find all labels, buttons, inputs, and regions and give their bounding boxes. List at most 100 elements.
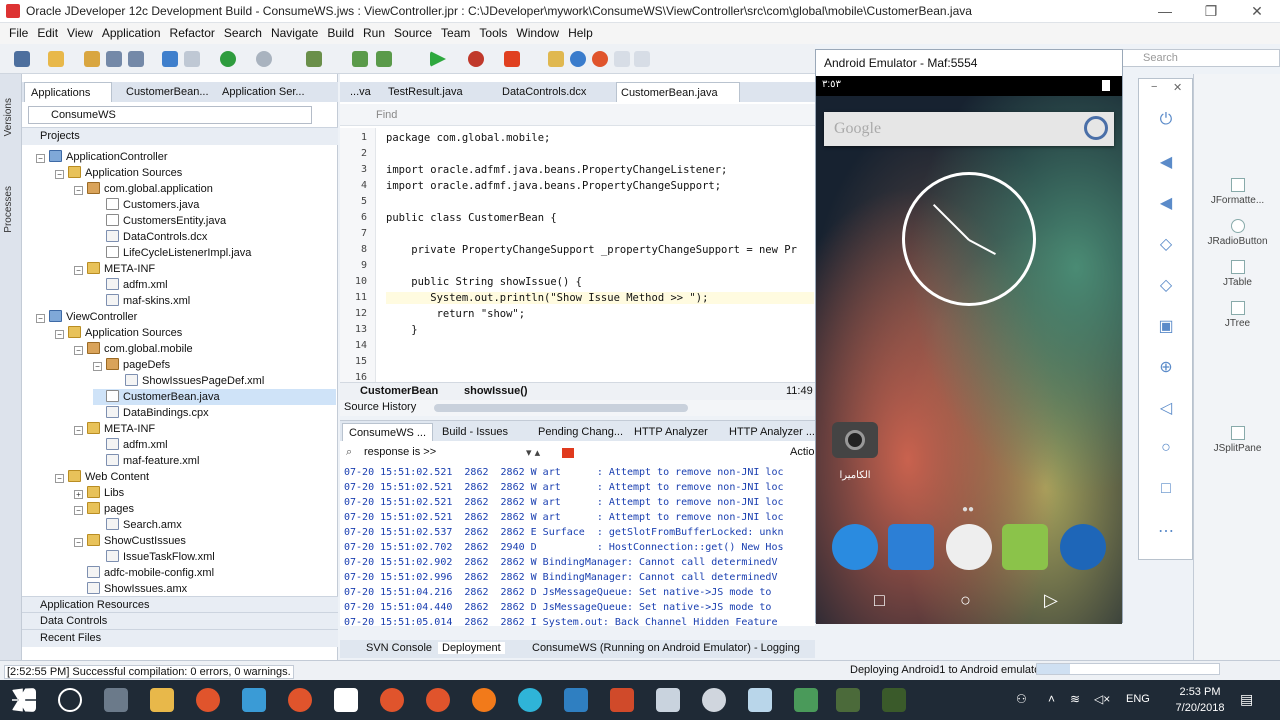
find-bar[interactable]: Find <box>340 104 815 126</box>
app-drawer-icon[interactable] <box>946 524 992 570</box>
tab-svn-console[interactable]: SVN Console <box>366 642 432 654</box>
menu-team[interactable]: Team <box>432 23 470 40</box>
crumb-class[interactable]: CustomerBean <box>360 385 438 397</box>
tab-customerbean[interactable]: CustomerBean.... <box>120 82 208 102</box>
data-controls-section[interactable]: Data Controls <box>22 612 338 630</box>
new-icon[interactable] <box>48 51 64 67</box>
tab-customerbean-java[interactable]: CustomerBean.java <box>616 82 740 102</box>
tab-http-analyzer[interactable]: HTTP Analyzer <box>628 423 714 441</box>
projects-header[interactable]: Projects <box>22 127 338 145</box>
menu-refactor[interactable]: Refactor <box>161 23 215 40</box>
stop-icon[interactable] <box>504 51 520 67</box>
people-icon[interactable]: ⚇ <box>1016 692 1027 706</box>
tree-item[interactable]: − Web Content <box>55 469 336 485</box>
clock-time[interactable]: 2:53 PM <box>1176 686 1224 698</box>
android-studio-icon[interactable] <box>836 688 860 712</box>
crumb-method[interactable]: showIssue() <box>464 385 528 397</box>
recent-files-section[interactable]: Recent Files <box>22 629 338 647</box>
chrome-icon-3[interactable] <box>380 688 404 712</box>
volume-icon[interactable]: ◁× <box>1094 692 1110 706</box>
firefox-icon[interactable] <box>472 688 496 712</box>
expand-toggle-icon[interactable]: − <box>55 330 64 339</box>
open-icon[interactable] <box>14 51 30 67</box>
filter-input[interactable]: response is >> <box>364 446 436 458</box>
rotate-right-icon[interactable]: ◇ <box>1156 275 1176 295</box>
file-icon[interactable] <box>548 51 564 67</box>
tree-item[interactable]: − META-INF <box>74 421 336 437</box>
palette-jradiobutton[interactable]: JRadioButton <box>1194 219 1280 247</box>
browser-chrome-icon[interactable] <box>592 51 608 67</box>
menu-help[interactable]: Help <box>559 23 593 40</box>
task-view-icon[interactable] <box>104 688 128 712</box>
java-icon[interactable] <box>882 688 906 712</box>
menu-source[interactable]: Source <box>385 23 432 40</box>
chrome-icon-4[interactable] <box>426 688 450 712</box>
camera-icon[interactable]: ▣ <box>1156 316 1176 336</box>
save-all-icon[interactable] <box>128 51 144 67</box>
doc-icon[interactable] <box>634 51 650 67</box>
menu-tools[interactable]: Tools <box>470 23 507 40</box>
camera-app-icon[interactable] <box>832 422 878 458</box>
visual-code-icon[interactable] <box>564 688 588 712</box>
expand-toggle-icon[interactable]: + <box>74 490 83 499</box>
menu-view[interactable]: View <box>58 23 93 40</box>
menu-file[interactable]: File <box>0 23 28 40</box>
explorer-icon[interactable] <box>150 688 174 712</box>
tree-item[interactable]: − pages <box>74 501 336 517</box>
tree-item[interactable]: − com.global.mobile <box>74 341 336 357</box>
tree-item[interactable]: CustomerBean.java <box>93 389 336 405</box>
menu-application[interactable]: Application <box>93 23 161 40</box>
debug-icon[interactable] <box>468 51 484 67</box>
tab-overflow[interactable]: ...va <box>346 82 375 102</box>
versions-tab[interactable]: Versions <box>3 98 14 136</box>
tree-item[interactable]: − META-INF <box>74 261 336 277</box>
minimize-button[interactable]: — <box>1142 0 1188 23</box>
tree-item[interactable]: adfm.xml <box>93 277 336 293</box>
notifications-icon[interactable]: ▤ <box>1240 691 1253 708</box>
tab-application-server[interactable]: Application Ser... <box>216 82 306 102</box>
tree-item[interactable]: CustomersEntity.java <box>93 213 336 229</box>
menu-build[interactable]: Build <box>318 23 354 40</box>
redo-icon[interactable] <box>184 51 200 67</box>
network-icon[interactable] <box>518 688 542 712</box>
home-button[interactable]: ○ <box>960 590 971 611</box>
tree-item[interactable]: ShowIssues.amx <box>74 581 336 597</box>
palette-jtable[interactable]: JTable <box>1194 260 1280 288</box>
expand-toggle-icon[interactable]: − <box>55 170 64 179</box>
page-icon[interactable] <box>614 51 630 67</box>
expand-toggle-icon[interactable]: − <box>55 474 64 483</box>
tab-pending-changes[interactable]: Pending Chang... <box>532 423 629 441</box>
tree-item[interactable]: + Libs <box>74 485 336 501</box>
language-indicator[interactable]: ENG <box>1126 693 1150 705</box>
cortana-icon[interactable] <box>58 688 82 712</box>
close-icon[interactable]: ✕ <box>1173 81 1182 94</box>
search-icon[interactable] <box>1084 116 1108 140</box>
tab-http-analyzer-2[interactable]: HTTP Analyzer ... <box>723 423 821 441</box>
tab-datacontrols[interactable]: DataControls.dcx <box>498 82 590 102</box>
editor-hscrollbar[interactable] <box>434 404 688 412</box>
messaging-app-icon[interactable] <box>1002 524 1048 570</box>
tree-item[interactable]: maf-skins.xml <box>93 293 336 309</box>
close-button[interactable]: ✕ <box>1234 0 1280 23</box>
tree-item[interactable]: − ApplicationController <box>36 149 336 165</box>
actions-button[interactable]: Actio <box>790 446 814 458</box>
emulator-screen[interactable]: ٣:٥٣ Google الكاميرا ●● □ ○ ▷ <box>816 76 1122 624</box>
tab-deployment[interactable]: Deployment <box>438 642 505 654</box>
analog-clock-widget[interactable] <box>902 172 1036 306</box>
expand-toggle-icon[interactable]: − <box>74 346 83 355</box>
start-icon[interactable] <box>12 688 36 712</box>
back-icon[interactable] <box>256 51 272 67</box>
contacts-app-icon[interactable] <box>888 524 934 570</box>
tree-item[interactable]: − com.global.application <box>74 181 336 197</box>
google-search-bar[interactable]: Google <box>824 112 1114 146</box>
chevron-down-icon[interactable]: ▾ ▴ <box>526 446 540 459</box>
expand-toggle-icon[interactable]: − <box>74 266 83 275</box>
run-icon[interactable] <box>430 51 446 67</box>
palette-jsplitpane[interactable]: JSplitPane <box>1194 426 1280 454</box>
settings-icon[interactable] <box>702 688 726 712</box>
app-icon[interactable] <box>242 688 266 712</box>
zoom-icon[interactable]: ⊕ <box>1156 357 1176 377</box>
overview-icon[interactable]: □ <box>1156 480 1176 498</box>
tree-item[interactable]: LifeCycleListenerImpl.java <box>93 245 336 261</box>
wifi-icon[interactable]: ≋ <box>1070 692 1080 706</box>
